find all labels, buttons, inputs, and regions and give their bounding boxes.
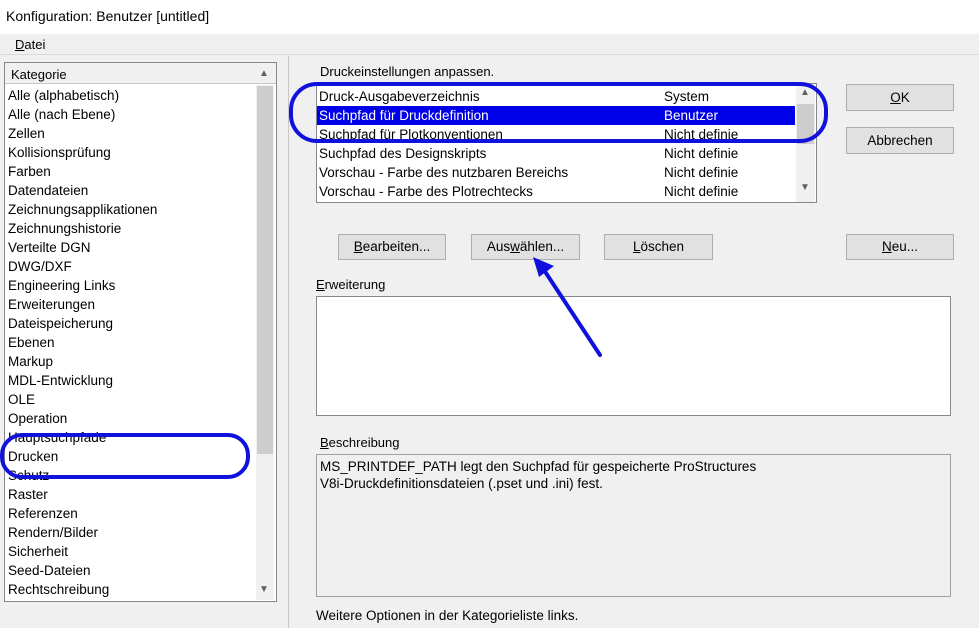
- category-item[interactable]: Farben: [5, 162, 255, 181]
- category-item[interactable]: Hauptsuchpfade: [5, 428, 255, 447]
- category-item[interactable]: DWG/DXF: [5, 257, 255, 276]
- settings-row-name: Suchpfad des Designskripts: [319, 146, 487, 161]
- settings-row[interactable]: Suchpfad für Plotkonventionen Nicht defin…: [317, 125, 795, 144]
- settings-row[interactable]: Suchpfad für Druckdefinition Benutzer: [317, 106, 795, 125]
- window-title: Konfiguration: Benutzer [untitled]: [6, 8, 210, 24]
- panel-divider: [288, 56, 289, 628]
- delete-button[interactable]: Löschen: [604, 234, 713, 260]
- category-item[interactable]: Schutz: [5, 466, 255, 485]
- category-item[interactable]: Ebenen: [5, 333, 255, 352]
- category-item[interactable]: Engineering Links: [5, 276, 255, 295]
- extension-mnemonic: E: [316, 277, 325, 292]
- category-item[interactable]: Verteilte DGN: [5, 238, 255, 257]
- category-scroll-down-icon[interactable]: ▼: [256, 582, 272, 598]
- category-item[interactable]: Seed-Dateien: [5, 561, 255, 580]
- new-label: eu...: [891, 239, 919, 254]
- category-item[interactable]: Alle (nach Ebene): [5, 105, 255, 124]
- settings-row-value: Benutzer: [664, 108, 719, 123]
- category-item[interactable]: Drucken: [5, 447, 255, 466]
- menu-datei-mnemonic: D: [15, 37, 25, 52]
- category-header-text-1: Kate: [11, 67, 38, 82]
- description-label: Beschreibung: [320, 435, 400, 450]
- category-item[interactable]: Operation: [5, 409, 255, 428]
- category-list: Alle (alphabetisch) Alle (nach Ebene) Zell…: [5, 86, 255, 600]
- description-mnemonic: B: [320, 435, 329, 450]
- category-header-text-2: orie: [44, 67, 67, 82]
- category-item[interactable]: Sicherheit: [5, 542, 255, 561]
- annotation-arrow-head: [533, 257, 554, 277]
- cancel-button[interactable]: Abbrechen: [846, 127, 954, 154]
- edit-mnemonic: B: [353, 239, 363, 254]
- settings-scroll-up-icon[interactable]: ▲: [797, 87, 813, 101]
- category-item[interactable]: Kollisionsprüfung: [5, 143, 255, 162]
- select-label-1: Aus: [486, 239, 511, 254]
- ok-label: K: [900, 90, 910, 105]
- new-button[interactable]: Neu...: [846, 234, 954, 260]
- settings-row-value: Nicht definie: [664, 127, 739, 142]
- category-item[interactable]: Referenzen: [5, 504, 255, 523]
- new-mnemonic: N: [881, 239, 892, 254]
- settings-row-name: Druck-Ausgabeverzeichnis: [319, 89, 480, 104]
- delete-label: öschen: [640, 239, 685, 254]
- footer-hint: Weitere Optionen in der Kategorieliste l…: [316, 608, 579, 623]
- settings-rows: Druck-Ausgabeverzeichnis System Suchpfad f…: [317, 87, 795, 201]
- category-item[interactable]: Dateispeicherung: [5, 314, 255, 333]
- settings-heading: Druckeinstellungen anpassen.: [320, 64, 495, 79]
- extension-label-text: rweiterung: [324, 277, 386, 292]
- category-item[interactable]: Rendern/Bilder: [5, 523, 255, 542]
- settings-row-name: Vorschau - Farbe des Plotrechtecks: [319, 184, 533, 199]
- select-mnemonic: w: [510, 239, 520, 254]
- settings-row[interactable]: Druck-Ausgabeverzeichnis System: [317, 87, 795, 106]
- select-button[interactable]: Auswählen...: [471, 234, 580, 260]
- settings-row[interactable]: Vorschau - Farbe des Plotrechtecks Nicht …: [317, 182, 795, 201]
- category-scroll-thumb[interactable]: [257, 86, 273, 454]
- category-item[interactable]: Erweiterungen: [5, 295, 255, 314]
- description-line-1: MS_PRINTDEF_PATH legt den Suchpfad für g…: [320, 459, 757, 474]
- category-item[interactable]: Zeichnungshistorie: [5, 219, 255, 238]
- settings-row[interactable]: Suchpfad des Designskripts Nicht definie: [317, 144, 795, 163]
- category-item[interactable]: MDL-Entwicklung: [5, 371, 255, 390]
- settings-row-name: Suchpfad für Plotkonventionen: [319, 127, 503, 142]
- extension-label: Erweiterung: [316, 277, 385, 292]
- category-item[interactable]: Datendateien: [5, 181, 255, 200]
- menu-datei-label: atei: [24, 37, 46, 52]
- menu-bar: [0, 34, 979, 55]
- category-item[interactable]: Rechtschreibung: [5, 580, 255, 599]
- category-item[interactable]: Raster: [5, 485, 255, 504]
- settings-row-name: Suchpfad für Druckdefinition: [319, 108, 489, 123]
- settings-scroll-down-icon[interactable]: ▼: [797, 182, 813, 196]
- category-item[interactable]: Zellen: [5, 124, 255, 143]
- settings-row-value: Nicht definie: [664, 165, 739, 180]
- edit-button[interactable]: Bearbeiten...: [338, 234, 446, 260]
- settings-row-name: Vorschau - Farbe des nutzbaren Bereichs: [319, 165, 569, 180]
- category-item[interactable]: OLE: [5, 390, 255, 409]
- category-header-mnemonic: g: [37, 67, 45, 82]
- description-label-text: eschreibung: [328, 435, 400, 450]
- extension-field[interactable]: [316, 296, 951, 416]
- category-scroll-up-icon[interactable]: ▲: [256, 66, 272, 82]
- select-label-2: ählen...: [519, 239, 565, 254]
- edit-label: earbeiten...: [362, 239, 431, 254]
- settings-row[interactable]: Vorschau - Farbe des nutzbaren Bereichs N…: [317, 163, 795, 182]
- description-text: MS_PRINTDEF_PATH legt den Suchpfad für g…: [320, 458, 940, 492]
- settings-scroll-thumb[interactable]: [797, 104, 814, 144]
- ok-button[interactable]: OK: [846, 84, 954, 111]
- category-header-label: Kategorie: [11, 67, 67, 82]
- settings-row-value: Nicht definie: [664, 184, 739, 199]
- category-item[interactable]: Markup: [5, 352, 255, 371]
- category-item[interactable]: Zeichnungsapplikationen: [5, 200, 255, 219]
- category-item[interactable]: Alle (alphabetisch): [5, 86, 255, 105]
- menu-datei[interactable]: Datei: [15, 37, 45, 52]
- settings-row-value: System: [664, 89, 710, 104]
- description-line-2: V8i-Druckdefinitionsdateien (.pset und .…: [320, 476, 603, 491]
- ok-mnemonic: O: [890, 90, 901, 105]
- settings-row-value: Nicht definie: [664, 146, 739, 161]
